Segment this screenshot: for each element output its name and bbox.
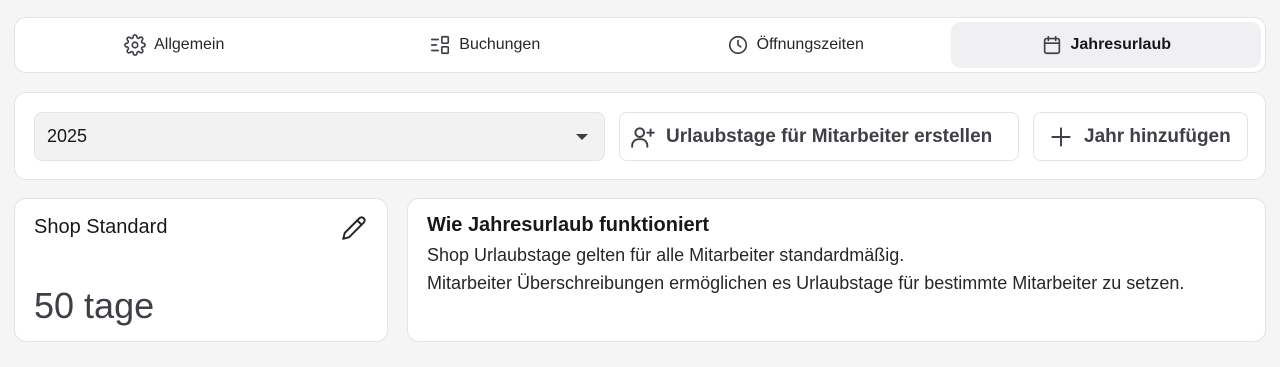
plus-icon [1051,126,1071,147]
info-card: Wie Jahresurlaub funktioniert Shop Urlau… [407,198,1266,342]
pencil-icon [342,216,366,240]
create-employee-vacation-button[interactable]: Urlaubstage für Mitarbeiter erstellen [619,112,1019,161]
tab-buchungen[interactable]: Buchungen [330,22,641,68]
tab-label: Buchungen [459,36,541,53]
info-card-title: Wie Jahresurlaub funktioniert [427,214,710,236]
shop-standard-title: Shop Standard [34,216,168,238]
tab-oeffnungszeiten[interactable]: Öffnungszeiten [640,22,951,68]
tab-allgemein[interactable]: Allgemein [19,22,330,68]
settings-tabs: Allgemein Buchungen Öffnungszeiten Jahre… [14,17,1266,73]
gear-icon [124,34,146,56]
vacation-days-value: 50 tage [34,285,155,326]
create-employee-vacation-label: Urlaubstage für Mitarbeiter erstellen [666,125,993,147]
info-text-line: Shop Urlaubstage gelten für alle Mitarbe… [427,245,905,265]
clock-icon [728,35,747,55]
layout-icon [431,35,450,55]
add-year-label: Jahr hinzufügen [1084,125,1231,147]
year-select-value: 2025 [47,126,88,146]
calendar-icon [1043,35,1060,55]
edit-button[interactable] [341,215,367,241]
tab-label: Jahresurlaub [1070,36,1171,53]
user-plus-icon [631,126,655,148]
shop-standard-card: Shop Standard 50 tage [14,198,388,342]
tab-label: Allgemein [154,36,225,53]
info-text-line: Mitarbeiter Überschreibungen ermöglichen… [427,273,1185,293]
year-select[interactable]: 2025 [34,112,605,161]
tab-label: Öffnungszeiten [756,36,864,53]
add-year-button[interactable]: Jahr hinzufügen [1033,112,1248,161]
vacation-toolbar: 2025 Urlaubstage für Mitarbeiter erstell… [14,92,1266,180]
chevron-down-icon [576,134,588,140]
tab-jahresurlaub[interactable]: Jahresurlaub [950,22,1261,68]
